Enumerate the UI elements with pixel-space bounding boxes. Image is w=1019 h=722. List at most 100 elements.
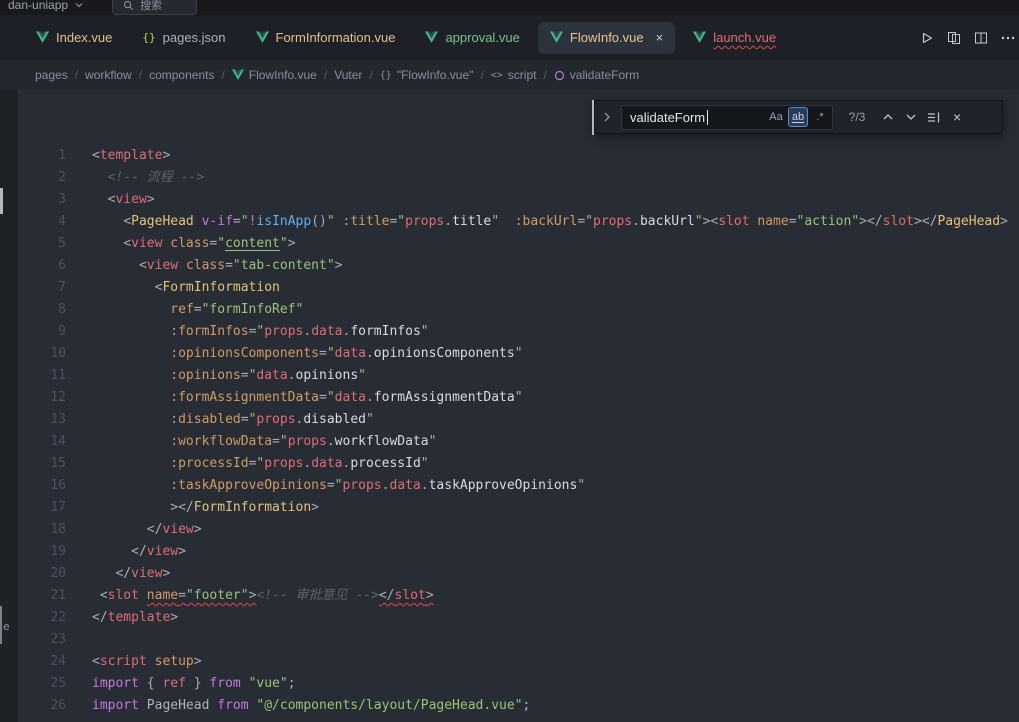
code-line[interactable]: 25import { ref } from "vue"; (0, 673, 1019, 695)
code-line[interactable]: 13 :disabled="props.disabled" (0, 409, 1019, 431)
code-line[interactable]: 22</template> (0, 607, 1019, 629)
left-rail: e (0, 90, 18, 722)
code-line[interactable]: 9 :formInfos="props.data.formInfos" (0, 321, 1019, 343)
tab-forminformation-vue[interactable]: FormInformation.vue (244, 22, 408, 54)
breadcrumb-label: pages (35, 68, 68, 82)
code-line[interactable]: 8 ref="formInfoRef" (0, 299, 1019, 321)
code-line[interactable]: 14 :workflowData="props.workflowData" (0, 431, 1019, 453)
find-in-selection-icon[interactable] (927, 111, 942, 124)
code-line[interactable]: 18 </view> (0, 519, 1019, 541)
line-number: 19 (18, 541, 66, 563)
code-line[interactable]: 6 <view class="tab-content"> (0, 255, 1019, 277)
find-input[interactable]: validateForm Aa ab .* (621, 105, 833, 130)
close-icon[interactable]: × (953, 110, 961, 124)
regex-toggle[interactable]: .* (810, 107, 830, 127)
editor-actions (920, 15, 1017, 60)
tab-pages-json[interactable]: {}pages.json (130, 22, 237, 54)
breadcrumb-item-pages[interactable]: pages (35, 68, 68, 82)
code-line[interactable]: 20 </view> (0, 563, 1019, 585)
code-text: <view class="content"> (92, 233, 296, 255)
vue-file-icon (232, 69, 244, 81)
tab-launch-vue[interactable]: launch.vue (681, 22, 788, 54)
code-line[interactable]: 15 :processId="props.data.processId" (0, 453, 1019, 475)
tab-flowinfo-vue[interactable]: FlowInfo.vue× (538, 22, 675, 54)
json-file-icon: {} (142, 31, 155, 44)
global-search-box[interactable]: 搜索 (112, 0, 197, 15)
breadcrumb-separator: / (324, 68, 327, 82)
code-line[interactable]: 3 <view> (0, 189, 1019, 211)
tab-approval-vue[interactable]: approval.vue (413, 22, 531, 54)
code-text: <FormInformation (92, 277, 280, 299)
tab-index-vue[interactable]: Index.vue (24, 22, 124, 54)
code-text: <script setup> (92, 651, 202, 673)
split-editor-icon[interactable] (974, 31, 988, 45)
vue-file-icon (425, 31, 438, 44)
code-line[interactable]: 4 <PageHead v-if="!isInApp()" :title="pr… (0, 211, 1019, 233)
code-text: :processId="props.data.processId" (92, 453, 429, 475)
code-text: </view> (92, 563, 170, 585)
code-line[interactable]: 17 ></FormInformation> (0, 497, 1019, 519)
code-line[interactable]: 7 <FormInformation (0, 277, 1019, 299)
tab-bar: Index.vue {}pages.jsonFormInformation.vue… (0, 15, 1019, 60)
breadcrumb-separator: / (369, 68, 372, 82)
code-line[interactable]: 5 <view class="content"> (0, 233, 1019, 255)
breadcrumb-item-vuter[interactable]: Vuter (334, 68, 362, 82)
code-line[interactable]: 1<template> (0, 145, 1019, 167)
code-line[interactable]: 12 :formAssignmentData="data.formAssignm… (0, 387, 1019, 409)
code-line[interactable]: 24<script setup> (0, 651, 1019, 673)
line-number: 13 (18, 409, 66, 431)
line-number: 11 (18, 365, 66, 387)
line-number: 9 (18, 321, 66, 343)
breadcrumb-item-components[interactable]: components (149, 68, 214, 82)
breadcrumb-separator: / (543, 68, 546, 82)
code-text: ref="formInfoRef" (92, 299, 303, 321)
breadcrumb-label: components (149, 68, 214, 82)
whole-word-toggle[interactable]: ab (788, 107, 808, 127)
line-number: 7 (18, 277, 66, 299)
breadcrumb-item-workflow[interactable]: workflow (85, 68, 132, 82)
next-match-icon[interactable] (904, 110, 918, 124)
code-area[interactable]: 1<template>2 <!-- 流程 -->3 <view>4 <PageH… (0, 145, 1019, 717)
code-line[interactable]: 26import PageHead from "@/components/lay… (0, 695, 1019, 717)
code-line[interactable]: 10 :opinionsComponents="data.opinionsCom… (0, 343, 1019, 365)
line-number: 8 (18, 299, 66, 321)
breadcrumb-label: FlowInfo.vue (249, 68, 317, 82)
open-changes-icon[interactable] (947, 31, 961, 45)
code-text: <view> (92, 189, 155, 211)
project-name: dan-uniapp (8, 0, 68, 12)
find-results-count: ?/3 (841, 110, 873, 124)
code-text: <!-- 流程 --> (92, 167, 204, 189)
code-line[interactable]: 16 :taskApproveOpinions="props.data.task… (0, 475, 1019, 497)
global-search-label: 搜索 (140, 0, 162, 13)
more-actions-icon[interactable] (1001, 36, 1015, 40)
line-number: 17 (18, 497, 66, 519)
breadcrumb-separator: / (75, 68, 78, 82)
run-icon[interactable] (920, 31, 934, 45)
match-case-toggle[interactable]: Aa (766, 107, 786, 127)
tab-list: Index.vue {}pages.jsonFormInformation.vue… (0, 22, 788, 54)
code-line[interactable]: 19 </view> (0, 541, 1019, 563)
breadcrumb-item-flowinfo-vue[interactable]: {}"FlowInfo.vue" (380, 68, 474, 82)
toggle-replace-icon[interactable] (601, 111, 613, 123)
rail-partial-text: e (3, 620, 10, 633)
tab-label: Index.vue (56, 30, 112, 45)
breadcrumb-item-script[interactable]: <>script (491, 68, 537, 82)
code-text: :formInfos="props.data.formInfos" (92, 321, 429, 343)
line-number: 4 (18, 211, 66, 233)
text-cursor (707, 110, 708, 125)
code-text: :taskApproveOpinions="props.data.taskApp… (92, 475, 585, 497)
code-line[interactable]: 23 (0, 629, 1019, 651)
breadcrumb-item-flowinfo-vue[interactable]: FlowInfo.vue (232, 68, 317, 82)
project-menu[interactable]: dan-uniapp (8, 0, 84, 12)
find-widget-sash[interactable] (592, 100, 594, 135)
code-line[interactable]: 11 :opinions="data.opinions" (0, 365, 1019, 387)
breadcrumb-label: workflow (85, 68, 132, 82)
breadcrumb-separator: / (480, 68, 483, 82)
close-icon[interactable]: × (656, 31, 664, 44)
previous-match-icon[interactable] (881, 110, 895, 124)
breadcrumb-item-validateform[interactable]: validateForm (554, 68, 639, 82)
rail-indicator-2 (0, 606, 2, 644)
code-line[interactable]: 2 <!-- 流程 --> (0, 167, 1019, 189)
code-text: import { ref } from "vue"; (92, 673, 296, 695)
code-line[interactable]: 21 <slot name="footer"><!-- 审批意见 --></sl… (0, 585, 1019, 607)
